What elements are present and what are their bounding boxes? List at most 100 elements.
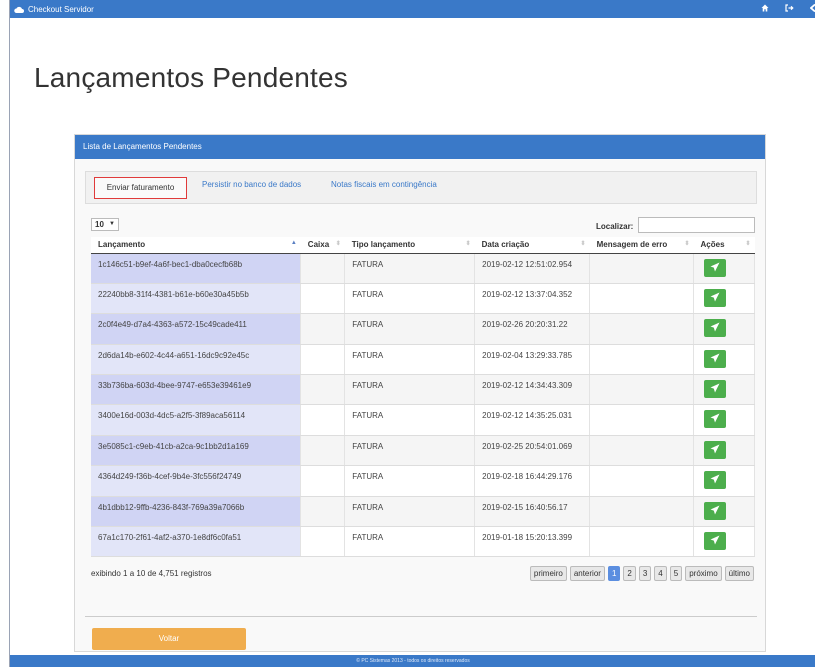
back-button[interactable]: Voltar <box>92 628 246 650</box>
page-first-button[interactable]: primeiro <box>529 566 567 581</box>
cell-lancamento: 33b736ba-603d-4bee-9747-e653e39461e9 <box>91 374 302 406</box>
cell-caixa <box>300 404 346 436</box>
sort-asc-icon: ▲ <box>290 240 297 246</box>
top-icons <box>761 0 815 18</box>
tab-persistir-banco[interactable]: Persistir no banco de dados <box>202 180 301 189</box>
cell-lancamento: 4364d249-f36b-4cef-9b4e-3fc556f24749 <box>91 465 302 497</box>
sort-icon: ⬍ <box>465 241 471 247</box>
cell-erro <box>589 465 694 497</box>
cell-lancamento: 3e5085c1-c9eb-41cb-a2ca-9c1bb2d1a169 <box>91 435 302 467</box>
page-title: Lançamentos Pendentes <box>34 62 348 93</box>
cell-caixa <box>300 496 346 528</box>
col-header-acoes[interactable]: Ações ⬍ <box>693 237 755 254</box>
sign-out-icon[interactable] <box>785 0 794 18</box>
table-row: 22240bb8-31f4-4381-b61e-b60e30a45b5b FATU… <box>91 283 755 315</box>
page-5-button[interactable]: 5 <box>669 566 683 581</box>
send-button[interactable] <box>704 288 726 307</box>
cell-data: 2019-02-12 14:35:25.031 <box>474 404 591 436</box>
col-tipo-label: Tipo lançamento <box>351 240 416 250</box>
page-3-button[interactable]: 3 <box>638 566 652 581</box>
send-button[interactable] <box>704 410 726 429</box>
cell-lancamento: 67a1c170-2f61-4af2-a370-1e8df6c0fa51 <box>91 526 302 558</box>
cell-lancamento: 3400e16d-003d-4dc5-a2f5-3f89aca56114 <box>91 404 302 436</box>
cell-tipo: FATURA <box>344 253 476 284</box>
page-length-value: 10 <box>95 220 104 229</box>
paper-plane-icon <box>710 535 720 547</box>
table-controls: 10 ▼ Localizar: <box>91 217 755 234</box>
cloud-icon <box>14 6 24 13</box>
table-row: 3400e16d-003d-4dc5-a2f5-3f89aca56114 FATU… <box>91 404 755 436</box>
cell-data: 2019-02-12 13:37:04.352 <box>474 283 591 315</box>
cell-acoes <box>693 496 755 528</box>
cell-erro <box>589 253 694 284</box>
search-label: Localizar: <box>596 222 634 231</box>
cell-data: 2019-02-18 16:44:29.176 <box>474 465 591 497</box>
table-row: 4b1dbb12-9ffb-4236-843f-769a39a7066b FATU… <box>91 496 755 528</box>
search-input[interactable] <box>638 217 755 233</box>
paper-plane-icon <box>710 383 720 395</box>
paper-plane-icon <box>710 444 720 456</box>
send-button[interactable] <box>704 532 726 551</box>
cell-lancamento: 2d6da14b-e602-4c44-a651-16dc9c92e45c <box>91 344 302 376</box>
send-button[interactable] <box>704 440 726 459</box>
cell-data: 2019-02-15 16:40:56.17 <box>474 496 591 528</box>
sort-icon: ⬍ <box>745 241 751 247</box>
cell-lancamento: 4b1dbb12-9ffb-4236-843f-769a39a7066b <box>91 496 302 528</box>
tab-notas-contingencia[interactable]: Notas fiscais em contingência <box>331 180 437 189</box>
pagination: primeiro anterior 1 2 3 4 5 próximo últi… <box>529 566 754 581</box>
tab-bar: Enviar faturamento Persistir no banco de… <box>85 171 757 204</box>
cell-tipo: FATURA <box>344 344 476 376</box>
cell-erro <box>589 374 694 406</box>
send-button[interactable] <box>704 380 726 399</box>
cell-caixa <box>300 465 346 497</box>
table-row: 33b736ba-603d-4bee-9747-e653e39461e9 FATU… <box>91 374 755 406</box>
table-row: 2d6da14b-e602-4c44-a651-16dc9c92e45c FATU… <box>91 344 755 376</box>
page-2-button[interactable]: 2 <box>623 566 636 581</box>
col-erro-label: Mensagem de erro <box>596 240 668 250</box>
home-icon[interactable] <box>761 0 769 18</box>
table-row: 2c0f4e49-d7a4-4363-a572-15c49cade411 FATU… <box>91 313 755 345</box>
col-header-tipo[interactable]: Tipo lançamento ⬍ <box>344 237 475 254</box>
page-next-button[interactable]: próximo <box>685 566 722 581</box>
paper-plane-icon <box>710 413 720 425</box>
brand[interactable]: Checkout Servidor <box>14 5 94 14</box>
page-prev-button[interactable]: anterior <box>569 566 605 581</box>
cell-caixa <box>300 253 346 284</box>
table-row: 3e5085c1-c9eb-41cb-a2ca-9c1bb2d1a169 FATU… <box>91 435 755 467</box>
send-button[interactable] <box>704 471 726 490</box>
send-button[interactable] <box>704 319 726 338</box>
send-button[interactable] <box>704 258 726 277</box>
cell-lancamento: 22240bb8-31f4-4381-b61e-b60e30a45b5b <box>91 283 302 315</box>
sort-icon: ⬍ <box>684 241 690 247</box>
page-last-button[interactable]: último <box>724 566 754 581</box>
tab-enviar-faturamento[interactable]: Enviar faturamento <box>94 177 187 199</box>
cell-tipo: FATURA <box>344 465 476 497</box>
table-row: 1c146c51-b9ef-4a6f-bec1-dba0cecfb68b FATU… <box>91 253 755 284</box>
cell-tipo: FATURA <box>344 526 476 558</box>
send-button[interactable] <box>704 501 726 520</box>
col-header-lancamento[interactable]: Lançamento ▲ <box>91 237 301 254</box>
arrow-left-icon[interactable] <box>809 0 815 18</box>
cell-data: 2019-02-04 13:29:33.785 <box>474 344 591 376</box>
cell-erro <box>589 283 694 315</box>
cell-data: 2019-01-18 15:20:13.399 <box>474 526 591 558</box>
send-button[interactable] <box>704 349 726 368</box>
table-row: 67a1c170-2f61-4af2-a370-1e8df6c0fa51 FATU… <box>91 526 755 558</box>
page-length-select[interactable]: 10 ▼ <box>91 218 119 231</box>
col-header-data[interactable]: Data criação ⬍ <box>474 237 590 254</box>
cell-data: 2019-02-26 20:20:31.22 <box>474 313 591 345</box>
app-title: Checkout Servidor <box>28 4 94 14</box>
cell-lancamento: 2c0f4e49-d7a4-4363-a572-15c49cade411 <box>91 313 302 345</box>
app-frame: Checkout Servidor Lançamentos Pendentes … <box>9 0 815 667</box>
cell-data: 2019-02-12 14:34:43.309 <box>474 374 591 406</box>
paper-plane-icon <box>710 262 720 274</box>
cell-caixa <box>300 344 346 376</box>
caret-down-icon: ▼ <box>109 221 115 227</box>
col-header-caixa[interactable]: Caixa ⬍ <box>300 237 345 254</box>
cell-acoes <box>693 465 755 497</box>
col-lancamento-label: Lançamento <box>98 240 146 250</box>
col-header-erro[interactable]: Mensagem de erro ⬍ <box>589 237 694 254</box>
cell-acoes <box>693 404 755 436</box>
page-1-button[interactable]: 1 <box>607 566 621 581</box>
page-4-button[interactable]: 4 <box>654 566 667 581</box>
